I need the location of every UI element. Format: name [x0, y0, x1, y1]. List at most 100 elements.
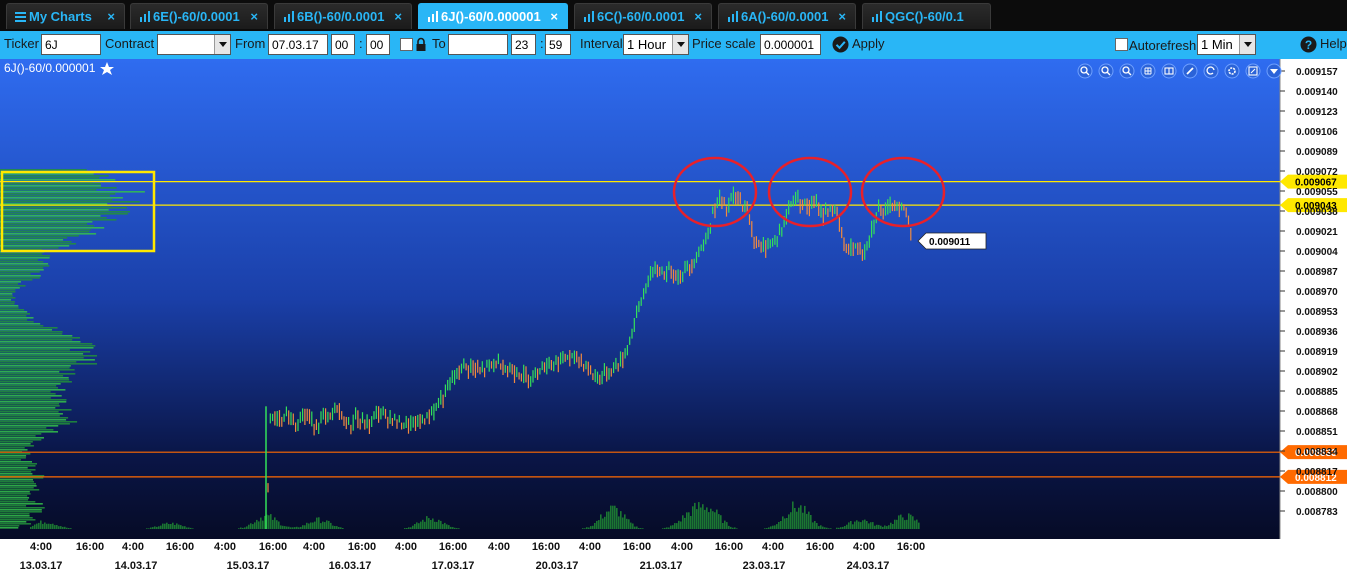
volume-bar: [40, 520, 42, 529]
volume-profile-bar: [0, 275, 41, 277]
volume-bar: [310, 522, 312, 529]
chart-canvas[interactable]: 0.0090670.0090430.0088330.008812 0.00901…: [0, 59, 1347, 573]
volume-profile-bar: [0, 175, 109, 177]
volume-profile-bar: [0, 267, 44, 269]
volume-profile-bar: [0, 467, 28, 469]
volume-profile-bar: [0, 177, 100, 179]
tab-6b[interactable]: 6B()-60/0.0001 ×: [274, 3, 412, 29]
volume-bar: [454, 527, 456, 529]
to-hour-input[interactable]: [511, 34, 536, 55]
volume-bar: [870, 522, 872, 529]
volume-bar: [876, 524, 878, 529]
chevron-down-icon[interactable]: [1266, 63, 1282, 79]
volume-bar: [286, 526, 288, 529]
volume-bar: [308, 523, 310, 529]
tab-label: 6C()-60/0.0001: [597, 9, 685, 24]
volume-bar: [36, 523, 38, 529]
help-label[interactable]: Help: [1320, 36, 1347, 51]
gear-icon[interactable]: [1224, 63, 1240, 79]
close-icon[interactable]: ×: [550, 4, 558, 29]
volume-bar: [290, 527, 292, 529]
y-tick-label: 0.009089: [1296, 147, 1338, 158]
refresh-icon[interactable]: [1203, 63, 1219, 79]
volume-bar: [736, 528, 738, 529]
volume-bar: [908, 513, 910, 529]
ticker-input[interactable]: [41, 34, 101, 55]
close-icon[interactable]: ×: [394, 4, 402, 29]
zoom-out-icon[interactable]: [1119, 63, 1135, 79]
volume-bar: [768, 527, 770, 529]
close-icon[interactable]: ×: [107, 4, 115, 29]
volume-bar: [856, 520, 858, 529]
tab-qgc[interactable]: QGC()-60/0.1: [862, 3, 991, 29]
close-icon[interactable]: ×: [250, 4, 258, 29]
close-icon[interactable]: ×: [694, 4, 702, 29]
volume-bar: [798, 507, 800, 529]
volume-bar: [260, 517, 262, 529]
volume-bar: [906, 519, 908, 529]
volume-bar: [314, 521, 316, 529]
price-scale-input[interactable]: [760, 34, 821, 55]
volume-bar: [734, 527, 736, 529]
volume-profile-bar: [0, 223, 88, 225]
contract-select[interactable]: [157, 34, 231, 55]
volume-profile-bar: [0, 305, 19, 307]
volume-bar: [896, 519, 898, 529]
autorefresh-checkbox[interactable]: [1115, 38, 1128, 51]
volume-bar: [628, 519, 630, 529]
chart-title: 6J()-60/0.000001: [4, 61, 96, 75]
y-tick-label: 0.008953: [1296, 307, 1338, 318]
from-minute-input[interactable]: [366, 34, 390, 55]
volume-profile-bar: [0, 401, 67, 403]
to-enable-checkbox[interactable]: [400, 38, 413, 51]
tab-6c[interactable]: 6C()-60/0.0001 ×: [574, 3, 712, 29]
apply-button[interactable]: Apply: [852, 36, 885, 51]
check-circle-icon[interactable]: [832, 36, 849, 56]
x-time-label: 16:00: [439, 541, 467, 553]
tab-6j[interactable]: 6J()-60/0.000001 ×: [418, 3, 568, 29]
volume-profile-bar: [0, 213, 128, 215]
volume-profile-bar: [0, 437, 44, 439]
trading-chart-app: My Charts × 6E()-60/0.0001 × 6B()-60/0.0…: [0, 0, 1347, 573]
zoom-fit-icon[interactable]: [1077, 63, 1093, 79]
volume-bar: [252, 524, 254, 529]
to-date-input[interactable]: [448, 34, 508, 55]
x-date-label: 23.03.17: [743, 560, 786, 572]
volume-bar: [334, 526, 336, 529]
close-icon[interactable]: ×: [838, 4, 846, 29]
volume-bar: [246, 526, 248, 529]
help-icon[interactable]: ?: [1300, 36, 1317, 56]
volume-bar: [730, 526, 732, 529]
pencil-icon[interactable]: [1182, 63, 1198, 79]
to-minute-input[interactable]: [545, 34, 571, 55]
from-hour-input[interactable]: [331, 34, 355, 55]
tab-label: 6B()-60/0.0001: [297, 9, 385, 24]
layout-icon[interactable]: [1161, 63, 1177, 79]
volume-profile-bar: [0, 255, 51, 257]
volume-bar: [794, 508, 796, 529]
volume-bar: [174, 525, 176, 529]
volume-profile-bar: [0, 341, 81, 343]
tab-6a[interactable]: 6A()-60/0.0001 ×: [718, 3, 856, 29]
volume-bar: [298, 527, 300, 529]
volume-bar: [164, 523, 166, 529]
tab-my-charts[interactable]: My Charts ×: [6, 3, 125, 29]
volume-profile-bar: [0, 281, 21, 283]
volume-bar: [162, 523, 164, 529]
price-chart[interactable]: 0.009067 0.009043 0.008833 0.008812 0.00901…: [0, 59, 1347, 573]
bar-chart-icon: [139, 5, 151, 22]
tab-6e[interactable]: 6E()-60/0.0001 ×: [130, 3, 268, 29]
bar-chart-icon: [871, 5, 883, 22]
volume-profile-bar: [0, 327, 58, 329]
volume-bar: [844, 526, 846, 529]
zoom-in-icon[interactable]: [1098, 63, 1114, 79]
fullscreen-icon[interactable]: [1245, 63, 1261, 79]
interval-select[interactable]: 1 Hour: [623, 34, 689, 55]
grid-icon[interactable]: [1140, 63, 1156, 79]
y-tick-label: 0.008987: [1296, 267, 1338, 278]
volume-bar: [404, 528, 406, 529]
bar-chart-icon: [283, 5, 295, 22]
volume-profile-bar: [0, 271, 40, 273]
from-date-input[interactable]: [268, 34, 328, 55]
autorefresh-select[interactable]: 1 Min: [1197, 34, 1256, 55]
